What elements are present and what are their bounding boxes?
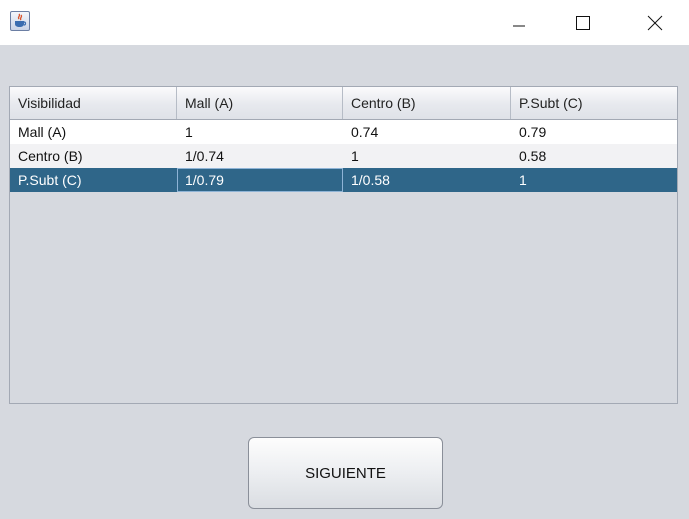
close-button[interactable] [632,0,678,45]
java-coffee-cup-icon [10,11,30,31]
table-cell[interactable]: Centro (B) [10,144,177,168]
column-header-centro[interactable]: Centro (B) [343,87,511,119]
table-row[interactable]: Centro (B) 1/0.74 1 0.58 [10,144,677,168]
table-cell[interactable]: 1 [177,120,343,144]
maximize-button[interactable] [560,0,606,45]
table-cell[interactable]: 1/0.74 [177,144,343,168]
table-cell[interactable]: 1/0.58 [343,168,511,192]
table-header: Visibilidad Mall (A) Centro (B) P.Subt (… [10,87,677,120]
comparison-table[interactable]: Visibilidad Mall (A) Centro (B) P.Subt (… [9,86,678,404]
table-cell[interactable]: 1 [511,168,677,192]
column-header-mall[interactable]: Mall (A) [177,87,343,119]
title-bar [0,0,689,45]
table-cell[interactable]: 0.74 [343,120,511,144]
table-cell[interactable]: 0.58 [511,144,677,168]
table-row-selected[interactable]: P.Subt (C) 1/0.79 1/0.58 1 [10,168,677,192]
column-header-visibilidad[interactable]: Visibilidad [10,87,177,119]
maximize-icon [576,15,590,30]
minimize-icon [513,25,525,26]
table-cell[interactable]: 0.79 [511,120,677,144]
siguiente-button[interactable]: SIGUIENTE [248,437,443,509]
close-icon [647,15,663,30]
table-cell[interactable]: Mall (A) [10,120,177,144]
column-header-psubt[interactable]: P.Subt (C) [511,87,677,119]
minimize-button[interactable] [496,0,542,45]
table-body: Mall (A) 1 0.74 0.79 Centro (B) 1/0.74 1… [10,120,677,192]
table-row[interactable]: Mall (A) 1 0.74 0.79 [10,120,677,144]
table-cell[interactable]: 1 [343,144,511,168]
table-cell-focused[interactable]: 1/0.79 [177,168,343,192]
table-cell[interactable]: P.Subt (C) [10,168,177,192]
